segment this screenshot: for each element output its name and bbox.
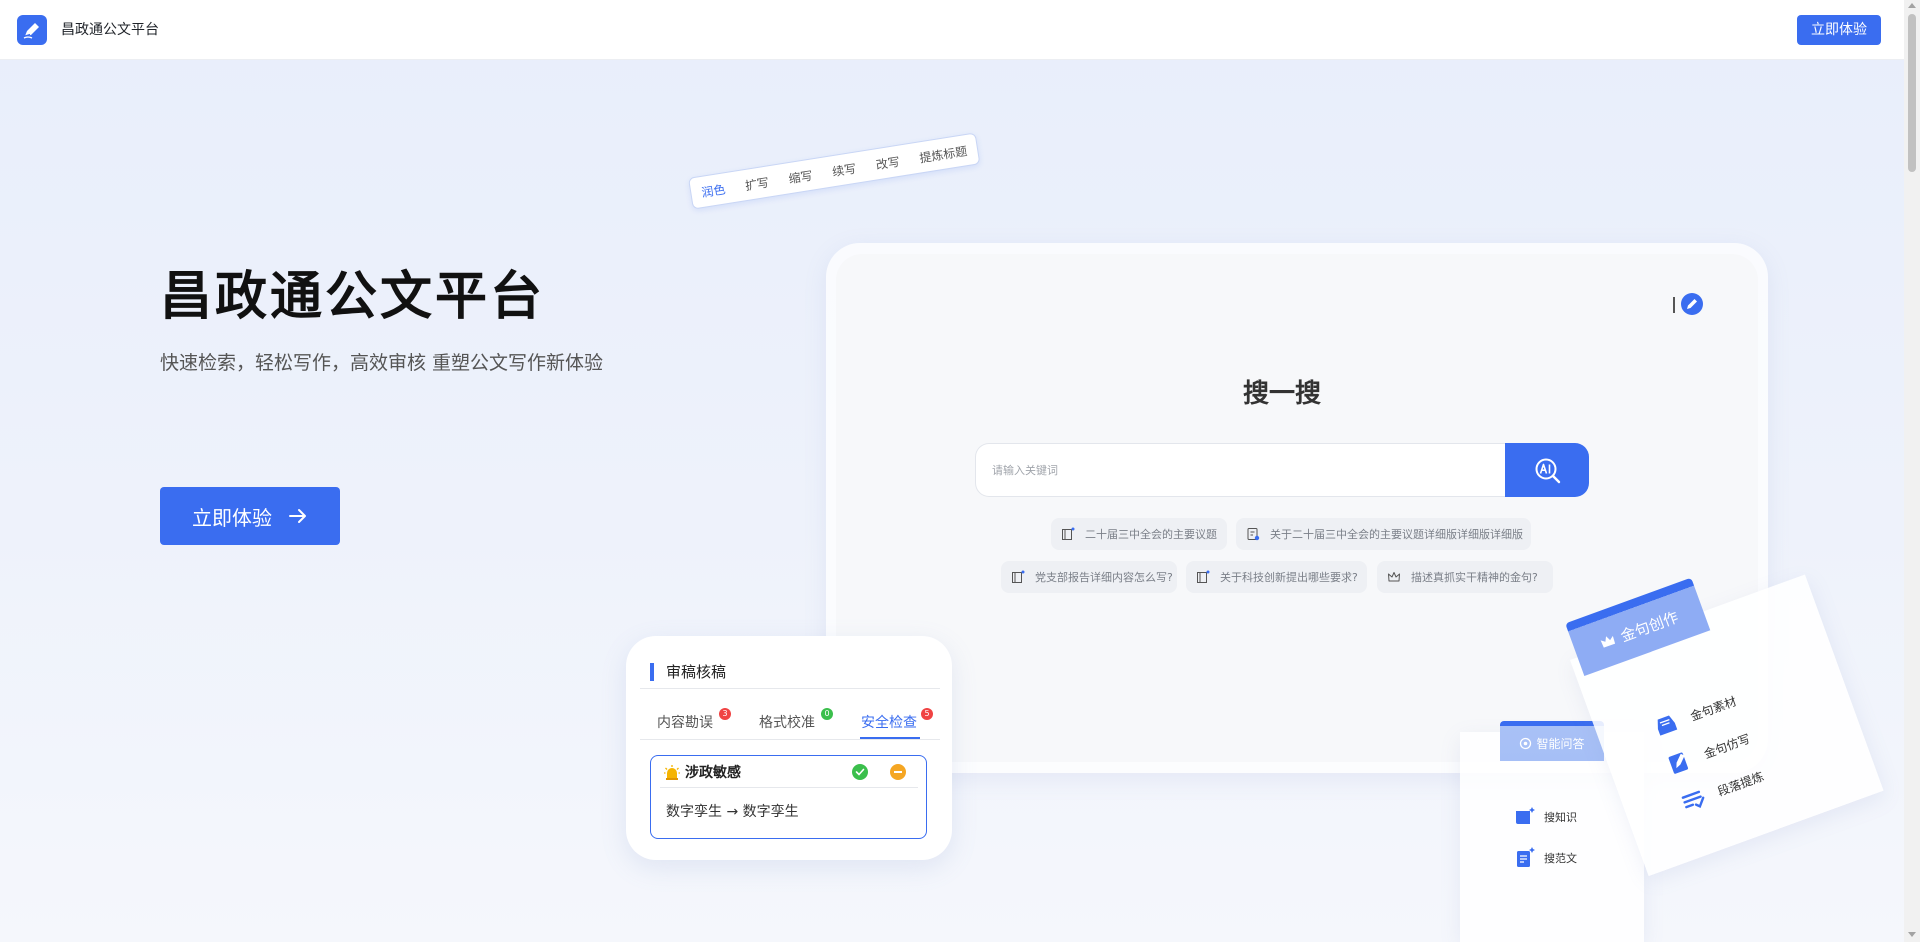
book-icon: [1062, 527, 1075, 540]
tab-count-badge: 3: [719, 708, 731, 720]
hero-try-now-label: 立即体验: [192, 505, 272, 530]
tab-format-calibration[interactable]: 格式校准: [759, 713, 815, 733]
warning-light-icon: [664, 765, 680, 780]
inbox-tray-icon: [1657, 715, 1678, 736]
accept-check-icon[interactable]: [852, 764, 868, 780]
suggestion-chip[interactable]: 关于科技创新提出哪些要求?: [1186, 561, 1367, 593]
crown-icon: [1600, 635, 1616, 648]
document-icon: [1517, 847, 1535, 867]
scroll-up-arrow-icon[interactable]: [1908, 3, 1916, 8]
suggestion-chip[interactable]: 描述真抓实干精神的金句?: [1377, 561, 1553, 593]
rewrite-toolbar: 润色 扩写 缩写 续写 改写 提炼标题: [688, 132, 981, 210]
qa-item-search-essays[interactable]: 搜范文: [1514, 847, 1577, 869]
gold-item-paragraph-extract[interactable]: 段落提炼: [1678, 764, 1767, 816]
top-header: 昌政通公文平台 立即体验: [0, 0, 1904, 60]
toolbar-polish[interactable]: 润色: [700, 180, 726, 201]
ignore-minus-icon[interactable]: [890, 764, 906, 780]
logo-pen-icon[interactable]: [17, 15, 47, 45]
issue-divider: [660, 787, 918, 788]
hero-title: 昌政通公文平台: [160, 267, 546, 327]
scroll-down-arrow-icon[interactable]: [1908, 932, 1916, 937]
text-caret: [1673, 297, 1675, 313]
issue-type: 涉政敏感: [685, 765, 741, 781]
suggestion-chip[interactable]: 关于二十届三中全会的主要议题详细版详细版详细版: [1236, 518, 1531, 550]
page-scrollbar[interactable]: [1904, 0, 1920, 942]
smart-qa-icon: [1520, 737, 1532, 749]
search-input[interactable]: [975, 443, 1507, 497]
suggestion-chip[interactable]: 二十届三中全会的主要议题: [1051, 518, 1227, 550]
tab-divider: [640, 739, 940, 740]
hero-subtitle: 快速检索，轻松写作，高效审核 重塑公文写作新体验: [160, 352, 604, 374]
suggestion-chip[interactable]: 党支部报告详细内容怎么写?: [1001, 561, 1177, 593]
qa-item-search-knowledge[interactable]: 搜知识: [1514, 806, 1577, 828]
tab-count-badge: 5: [921, 708, 933, 720]
arrow-right-icon: [289, 509, 306, 523]
ai-search-button[interactable]: [1505, 443, 1589, 497]
toolbar-expand[interactable]: 扩写: [744, 173, 770, 194]
issue-suggestion-text: 数字孪生 → 数字孪生: [666, 804, 799, 820]
toolbar-rewrite[interactable]: 改写: [875, 152, 901, 173]
qa-tab[interactable]: 智能问答: [1500, 721, 1604, 761]
tab-count-badge: 0: [821, 708, 833, 720]
pen-write-icon: [1668, 752, 1689, 774]
book-icon: [1012, 570, 1025, 583]
book-icon: [1197, 570, 1210, 583]
knowledge-book-icon: [1516, 807, 1535, 824]
brand-name: 昌政通公文平台: [61, 22, 159, 38]
crown-icon: [1388, 572, 1400, 582]
tab-security-check[interactable]: 安全检查: [861, 713, 917, 733]
ai-search-icon: [1535, 458, 1561, 484]
tab-content-errata[interactable]: 内容勘误: [657, 713, 713, 733]
toolbar-shorten[interactable]: 缩写: [787, 166, 814, 187]
toolbar-continue[interactable]: 续写: [831, 159, 857, 180]
scroll-thumb[interactable]: [1908, 14, 1916, 172]
pen-edit-icon[interactable]: [1681, 293, 1703, 315]
header-try-now-button[interactable]: 立即体验: [1797, 15, 1881, 45]
hero-try-now-button[interactable]: 立即体验: [160, 487, 340, 545]
toolbar-extract-title[interactable]: 提炼标题: [918, 142, 968, 166]
list-check-icon: [1681, 790, 1705, 809]
review-title-accent: [650, 663, 654, 681]
document-check-icon: [1247, 528, 1260, 541]
review-divider: [640, 688, 940, 689]
review-title: 审稿核稿: [666, 663, 727, 681]
search-title: 搜一搜: [1243, 379, 1322, 409]
